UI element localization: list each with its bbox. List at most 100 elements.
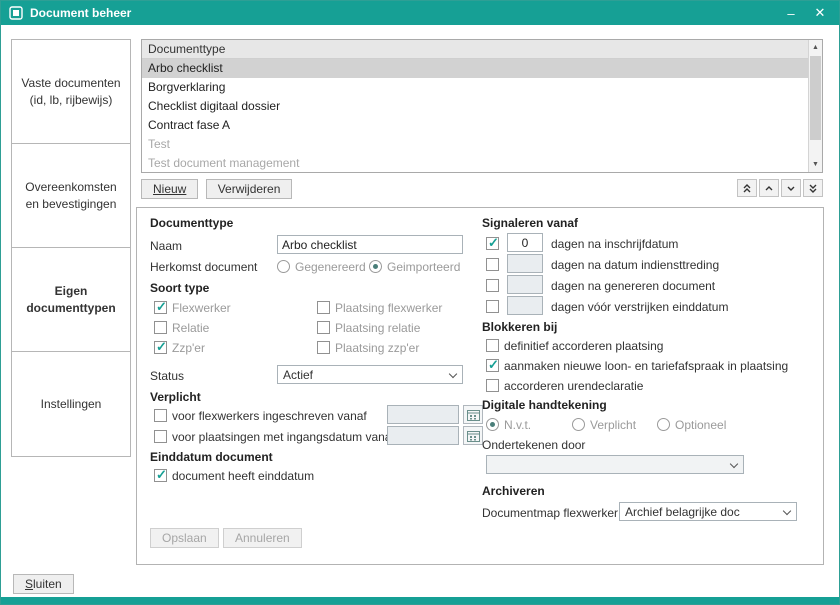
signaleren-row-label: dagen vóór verstrijken einddatum xyxy=(551,300,728,314)
herkomst-label: Herkomst document xyxy=(150,260,257,274)
radio-label: N.v.t. xyxy=(504,418,531,432)
checkbox-aanmaken-loon-tariefafspraak[interactable]: aanmaken nieuwe loon- en tariefafspraak … xyxy=(486,358,788,373)
checkbox-relatie[interactable]: Relatie xyxy=(154,320,209,335)
scroll-down-icon[interactable]: ▼ xyxy=(809,157,822,172)
radio-optioneel[interactable]: Optioneel xyxy=(657,417,726,432)
section-header-handtekening: Digitale handtekening xyxy=(482,398,607,412)
documentmap-dropdown[interactable]: Archief belagrijke doc xyxy=(619,502,797,521)
checkbox-box xyxy=(486,279,499,292)
move-top-button[interactable] xyxy=(737,179,757,197)
move-up-button[interactable] xyxy=(759,179,779,197)
checkbox-plaatsing-relatie[interactable]: Plaatsing relatie xyxy=(317,320,420,335)
checkbox-label: Plaatsing zzp'er xyxy=(335,341,419,355)
tab-label: Overeenkomsten en bevestigingen xyxy=(20,179,122,211)
signaleren-row-label: dagen na datum indiensttreding xyxy=(551,258,719,272)
checkbox-box xyxy=(154,469,167,482)
sidebar-tab-eigen-documenttypen[interactable]: Eigen documenttypen xyxy=(12,248,130,352)
close-icon[interactable]: ✕ xyxy=(809,3,831,23)
naam-input[interactable] xyxy=(277,235,463,254)
move-bottom-button[interactable] xyxy=(803,179,823,197)
calendar-button[interactable] xyxy=(463,426,483,445)
signaleren-dagen-input[interactable] xyxy=(507,233,543,252)
delete-button-label: Verwijderen xyxy=(218,182,281,196)
list-toolbar: Nieuw Verwijderen xyxy=(141,179,823,199)
chevron-down-icon xyxy=(783,507,791,515)
checkbox-accorderen-urendeclaratie[interactable]: accorderen urendeclaratie xyxy=(486,378,643,393)
signaleren-dagen-input[interactable] xyxy=(507,254,543,273)
checkbox-label: definitief accorderen plaatsing xyxy=(504,339,663,353)
chevron-down-icon xyxy=(786,183,796,194)
new-button-label: Nieuw xyxy=(153,182,186,196)
radio-circle xyxy=(657,418,670,431)
checkbox-signaleren-inschrijfdatum[interactable] xyxy=(486,236,499,251)
checkbox-definitief-accorderen[interactable]: definitief accorderen plaatsing xyxy=(486,338,663,353)
list-item-label: Checklist digitaal dossier xyxy=(148,99,280,113)
documenttype-list: Documenttype Arbo checklist Borgverklari… xyxy=(141,39,823,173)
close-dialog-button[interactable]: Sluiten xyxy=(13,574,74,594)
checkbox-box xyxy=(317,321,330,334)
scroll-up-icon[interactable]: ▲ xyxy=(809,40,822,55)
documentmap-label: Documentmap flexwerker xyxy=(482,506,618,520)
ondertekenen-dropdown[interactable] xyxy=(486,455,744,474)
save-button[interactable]: Opslaan xyxy=(150,528,219,548)
checkbox-label: Relatie xyxy=(172,321,209,335)
sidebar-tab-overeenkomsten[interactable]: Overeenkomsten en bevestigingen xyxy=(12,144,130,248)
document-beheer-window: Document beheer – ✕ Vaste documenten (id… xyxy=(0,0,840,605)
checkbox-box xyxy=(486,258,499,271)
checkbox-signaleren-indiensttreding[interactable] xyxy=(486,257,499,272)
move-down-button[interactable] xyxy=(781,179,801,197)
cancel-button[interactable]: Annuleren xyxy=(223,528,302,548)
status-label: Status xyxy=(150,369,184,383)
radio-geimporteerd[interactable]: Geimporteerd xyxy=(369,259,460,274)
checkbox-plaatsing-zzper[interactable]: Plaatsing zzp'er xyxy=(317,340,419,355)
signaleren-dagen-input[interactable] xyxy=(507,296,543,315)
delete-button[interactable]: Verwijderen xyxy=(206,179,293,199)
checkbox-document-heeft-einddatum[interactable]: document heeft einddatum xyxy=(154,468,314,483)
verplicht-plaatsingen-date-input[interactable] xyxy=(387,426,459,445)
checkbox-box xyxy=(154,409,167,422)
checkbox-verplicht-plaatsingen[interactable]: voor plaatsingen met ingangsdatum vanaf xyxy=(154,429,395,444)
list-item[interactable]: Test xyxy=(142,135,808,154)
reorder-buttons xyxy=(737,179,823,197)
radio-gegenereerd[interactable]: Gegenereerd xyxy=(277,259,366,274)
status-dropdown[interactable]: Actief xyxy=(277,365,463,384)
verplicht-flexwerkers-date-input[interactable] xyxy=(387,405,459,424)
window-title: Document beheer xyxy=(30,6,773,20)
section-header-archiveren: Archiveren xyxy=(482,484,545,498)
checkbox-zzper[interactable]: Zzp'er xyxy=(154,340,205,355)
list-item-label: Test document management xyxy=(148,156,299,170)
checkbox-label: voor plaatsingen met ingangsdatum vanaf xyxy=(172,430,395,444)
list-item[interactable]: Borgverklaring xyxy=(142,78,808,97)
signaleren-row-label: dagen na genereren document xyxy=(551,279,715,293)
checkbox-signaleren-einddatum[interactable] xyxy=(486,299,499,314)
checkbox-verplicht-flexwerkers[interactable]: voor flexwerkers ingeschreven vanaf xyxy=(154,408,367,423)
calendar-button[interactable] xyxy=(463,405,483,424)
list-scrollbar[interactable]: ▲ ▼ xyxy=(808,40,822,172)
checkbox-label: Zzp'er xyxy=(172,341,205,355)
ondertekenen-label: Ondertekenen door xyxy=(482,438,585,452)
list-item-label: Contract fase A xyxy=(148,118,230,132)
checkbox-flexwerker[interactable]: Flexwerker xyxy=(154,300,231,315)
minimize-icon[interactable]: – xyxy=(780,3,802,23)
sidebar-tab-instellingen[interactable]: Instellingen xyxy=(12,352,130,456)
save-button-label: Opslaan xyxy=(162,531,207,545)
sidebar-tab-vaste-documenten[interactable]: Vaste documenten (id, lb, rijbewijs) xyxy=(12,40,130,144)
signaleren-dagen-input[interactable] xyxy=(507,275,543,294)
new-button[interactable]: Nieuw xyxy=(141,179,198,199)
checkbox-signaleren-genereren[interactable] xyxy=(486,278,499,293)
radio-verplicht[interactable]: Verplicht xyxy=(572,417,636,432)
checkbox-box xyxy=(317,301,330,314)
tab-label: Instellingen xyxy=(41,396,102,412)
checkbox-box xyxy=(486,379,499,392)
list-item[interactable]: Contract fase A xyxy=(142,116,808,135)
radio-nvt[interactable]: N.v.t. xyxy=(486,417,531,432)
scrollbar-thumb[interactable] xyxy=(810,56,821,140)
checkbox-box xyxy=(486,339,499,352)
close-dialog-button-label: Sluiten xyxy=(25,577,62,591)
checkbox-plaatsing-flexwerker[interactable]: Plaatsing flexwerker xyxy=(317,300,442,315)
list-item[interactable]: Test document management xyxy=(142,154,808,173)
list-item[interactable]: Arbo checklist xyxy=(142,59,808,78)
documenttype-form-panel: Documenttype Naam Herkomst document Gege… xyxy=(136,207,824,565)
checkbox-label: Flexwerker xyxy=(172,301,231,315)
list-item[interactable]: Checklist digitaal dossier xyxy=(142,97,808,116)
